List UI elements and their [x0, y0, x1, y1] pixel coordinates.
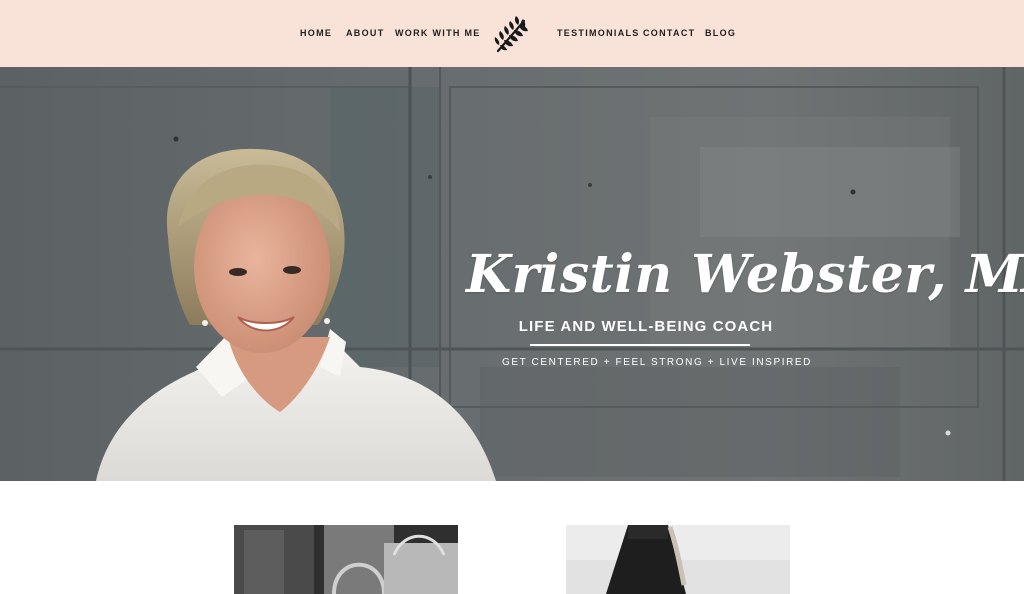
nav-work-with-me-link[interactable]: WORK WITH ME [395, 27, 481, 39]
leaf-icon[interactable] [490, 13, 532, 55]
nav-blog-link[interactable]: BLOG [705, 27, 736, 39]
hero-tagline: GET CENTERED + FEEL STRONG + LIVE INSPIR… [501, 357, 813, 368]
hero-divider [530, 344, 750, 346]
hero-banner: Kristin Webster, MA LIFE AND WELL-BEING … [0, 67, 1024, 481]
hero-name-heading: Kristin Webster, MA [466, 244, 1024, 305]
feature-image-left[interactable] [234, 525, 458, 594]
nav-about-link[interactable]: ABOUT [346, 27, 385, 39]
nav-contact-link[interactable]: CONTACT [643, 27, 695, 39]
nav-home-link[interactable]: HOME [300, 27, 332, 39]
bags-photo [234, 525, 458, 594]
hero-subtitle: LIFE AND WELL-BEING COACH [518, 318, 774, 335]
woman-photo [566, 525, 790, 594]
site-header: HOME ABOUT WORK WITH ME TESTIMONIALS CON… [0, 0, 1024, 67]
feature-image-right[interactable] [566, 525, 790, 594]
nav-testimonials-link[interactable]: TESTIMONIALS [557, 27, 640, 39]
